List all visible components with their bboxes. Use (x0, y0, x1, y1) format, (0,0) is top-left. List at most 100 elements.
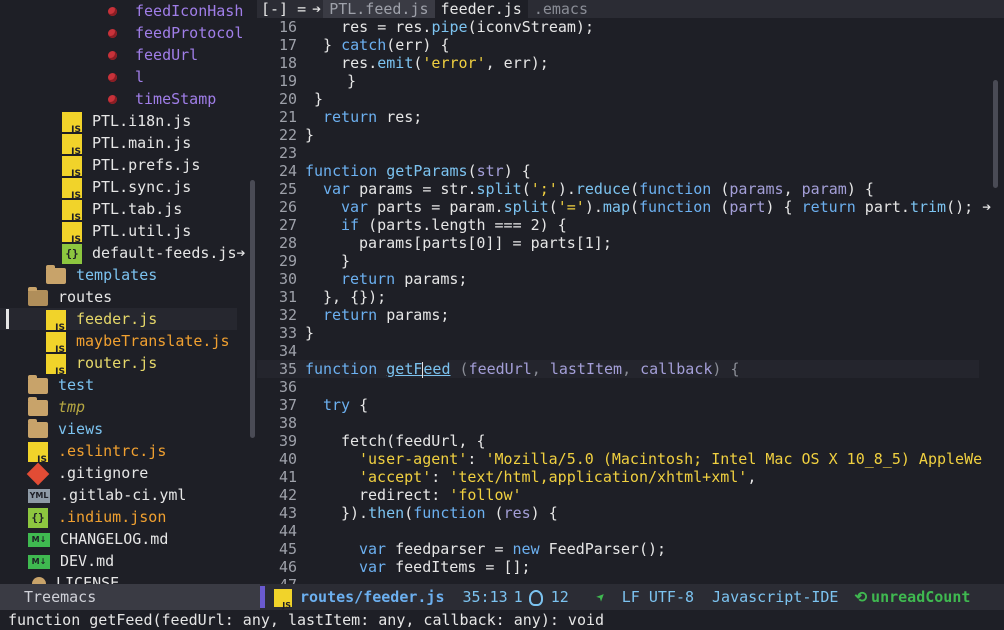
member-icon (108, 29, 117, 38)
tree-folder-label: templates (76, 266, 158, 284)
tree-file-indium[interactable]: {} .indium.json (0, 506, 257, 528)
tree-file-label: PTL.main.js (92, 134, 192, 152)
line-number: 25 (278, 180, 297, 198)
tree-file-ptl-prefs[interactable]: PTL.prefs.js (0, 154, 257, 179)
tree-file-ptl-tab[interactable]: PTL.tab.js (0, 198, 257, 223)
tree-member-feedProtocol[interactable]: feedProtocol (0, 22, 257, 44)
code-editor[interactable]: 16 res = res.pipe(iconvStream); 17 } cat… (257, 18, 997, 584)
tree-file-label: LICENSE (56, 574, 120, 584)
tree-file-label: .indium.json (58, 508, 167, 526)
tree-folder-views[interactable]: views (0, 418, 257, 440)
js-file-icon (62, 111, 82, 135)
tree-file-label: PTL.sync.js (92, 178, 192, 196)
tree-file-gitlab-ci[interactable]: YML .gitlab-ci.yml (0, 484, 257, 506)
tree-folder-label: tmp (58, 398, 86, 416)
code-line: 37 try { (257, 396, 997, 414)
error-count[interactable]: 1 (514, 588, 523, 606)
line-number: 42 (278, 486, 297, 504)
code-line: 36 (257, 378, 997, 396)
tree-file-gitignore[interactable]: .gitignore (0, 462, 257, 485)
code-line: 32 return params; (257, 306, 997, 324)
tab-scroll-arrow-icon[interactable]: ➔ (310, 0, 323, 18)
tree-file-changelog[interactable]: M↓ CHANGELOG.md (0, 528, 257, 550)
code-line: 16 res = res.pipe(iconvStream); (257, 18, 997, 36)
member-icon (108, 51, 117, 60)
tree-file-dev[interactable]: M↓ DEV.md (0, 550, 257, 572)
line-number: 40 (278, 450, 297, 468)
tab-bar-marker: [-] = (261, 0, 307, 18)
tree-folder-label: routes (58, 288, 113, 306)
tree-file-feeder[interactable]: feeder.js (0, 308, 237, 333)
js-file-icon (46, 331, 66, 355)
treemacs-sidebar: feedIconHash feedProtocol feedUrl l time… (0, 0, 257, 584)
treemacs-label: Treemacs (24, 588, 97, 606)
tree-file-maybetranslate[interactable]: maybeTranslate.js (0, 330, 257, 355)
folder-icon (28, 374, 48, 394)
buffer-file-name[interactable]: routes/feeder.js (300, 588, 445, 606)
line-number: 18 (278, 54, 297, 72)
tree-file-ptl-i18n[interactable]: PTL.i18n.js (0, 110, 257, 135)
tree-member-l[interactable]: l (0, 66, 257, 88)
tree-file-ptl-main[interactable]: PTL.main.js (0, 132, 257, 157)
json-file-icon: {} (62, 243, 82, 264)
major-mode[interactable]: Javascript-IDE (712, 588, 838, 606)
tree-file-license[interactable]: LICENSE (0, 572, 257, 584)
tab-ptl-feed[interactable]: PTL.feed.js (323, 0, 435, 18)
tree-folder-test[interactable]: test (0, 374, 257, 396)
code-line: 43}).then(function (res) { (257, 504, 997, 522)
tree-file-ptl-sync[interactable]: PTL.sync.js (0, 176, 257, 201)
tree-member-timeStamp[interactable]: timeStamp (0, 88, 257, 110)
code-line: 24 function getParams(str) { (257, 162, 997, 180)
tree-folder-label: views (58, 420, 104, 438)
tree-member-label: feedIconHash (135, 2, 244, 20)
tree-file-eslintrc[interactable]: .eslintrc.js (0, 440, 257, 465)
code-line: 41'accept': 'text/html,application/xhtml… (257, 468, 997, 486)
lightbulb-icon[interactable] (528, 589, 543, 606)
warning-count[interactable]: 12 (551, 588, 569, 606)
encoding-indicator[interactable]: LF UTF-8 (622, 588, 694, 606)
code-line: 27 if (parts.length === 2) { (257, 216, 997, 234)
tab-emacs[interactable]: .emacs (528, 0, 594, 18)
js-file-icon (62, 177, 82, 201)
tree-file-router[interactable]: router.js (0, 352, 257, 377)
tree-folder-routes[interactable]: routes (0, 286, 257, 308)
code-line: 28 params[parts[0]] = parts[1]; (257, 234, 997, 252)
active-window-indicator (260, 586, 265, 608)
editor-scrollbar[interactable] (993, 80, 998, 188)
line-number: 21 (278, 108, 297, 126)
tree-file-label: PTL.prefs.js (92, 156, 201, 174)
line-number: 22 (278, 126, 297, 144)
tree-file-ptl-util[interactable]: PTL.util.js (0, 220, 257, 245)
line-number: 44 (278, 522, 297, 540)
tree-member-feedIconHash[interactable]: feedIconHash (0, 0, 257, 22)
line-number: 41 (278, 468, 297, 486)
code-line: 29} (257, 252, 997, 270)
line-number: 36 (278, 378, 297, 396)
line-number: 23 (278, 144, 297, 162)
tab-feeder[interactable]: feeder.js (434, 0, 528, 18)
sidebar-scrollbar[interactable] (250, 180, 255, 438)
code-line-current: 35 function getFeed (feedUrl, lastItem, c… (257, 360, 979, 378)
json-file-icon: {} (28, 507, 48, 528)
line-number: 46 (278, 558, 297, 576)
tree-cursor-indicator (6, 309, 9, 329)
tree-file-label: DEV.md (60, 552, 115, 570)
tree-folder-tmp[interactable]: tmp (0, 396, 257, 418)
tree-folder-templates[interactable]: templates (0, 264, 257, 286)
line-number: 35 (278, 360, 297, 378)
tree-member-feedUrl[interactable]: feedUrl (0, 44, 257, 66)
code-line: 31}, {}); (257, 288, 997, 306)
buffer-mode-line: routes/feeder.js 35:13 1 12 ➤ LF UTF-8 Javascr… (274, 584, 970, 610)
line-number: 34 (278, 342, 297, 360)
code-line: 46 var feedItems = []; (257, 558, 997, 576)
tree-file-label: maybeTranslate.js (76, 332, 230, 350)
tree-file-label: PTL.util.js (92, 222, 192, 240)
line-number: 39 (278, 432, 297, 450)
tree-member-label: feedUrl (135, 46, 199, 64)
js-file-icon (274, 588, 292, 610)
rocket-icon: ➤ (591, 587, 611, 607)
js-file-icon (62, 221, 82, 245)
js-file-icon (28, 441, 48, 465)
member-icon (108, 73, 117, 82)
tree-file-default-feeds[interactable]: {} default-feeds.js➔ (0, 242, 257, 264)
